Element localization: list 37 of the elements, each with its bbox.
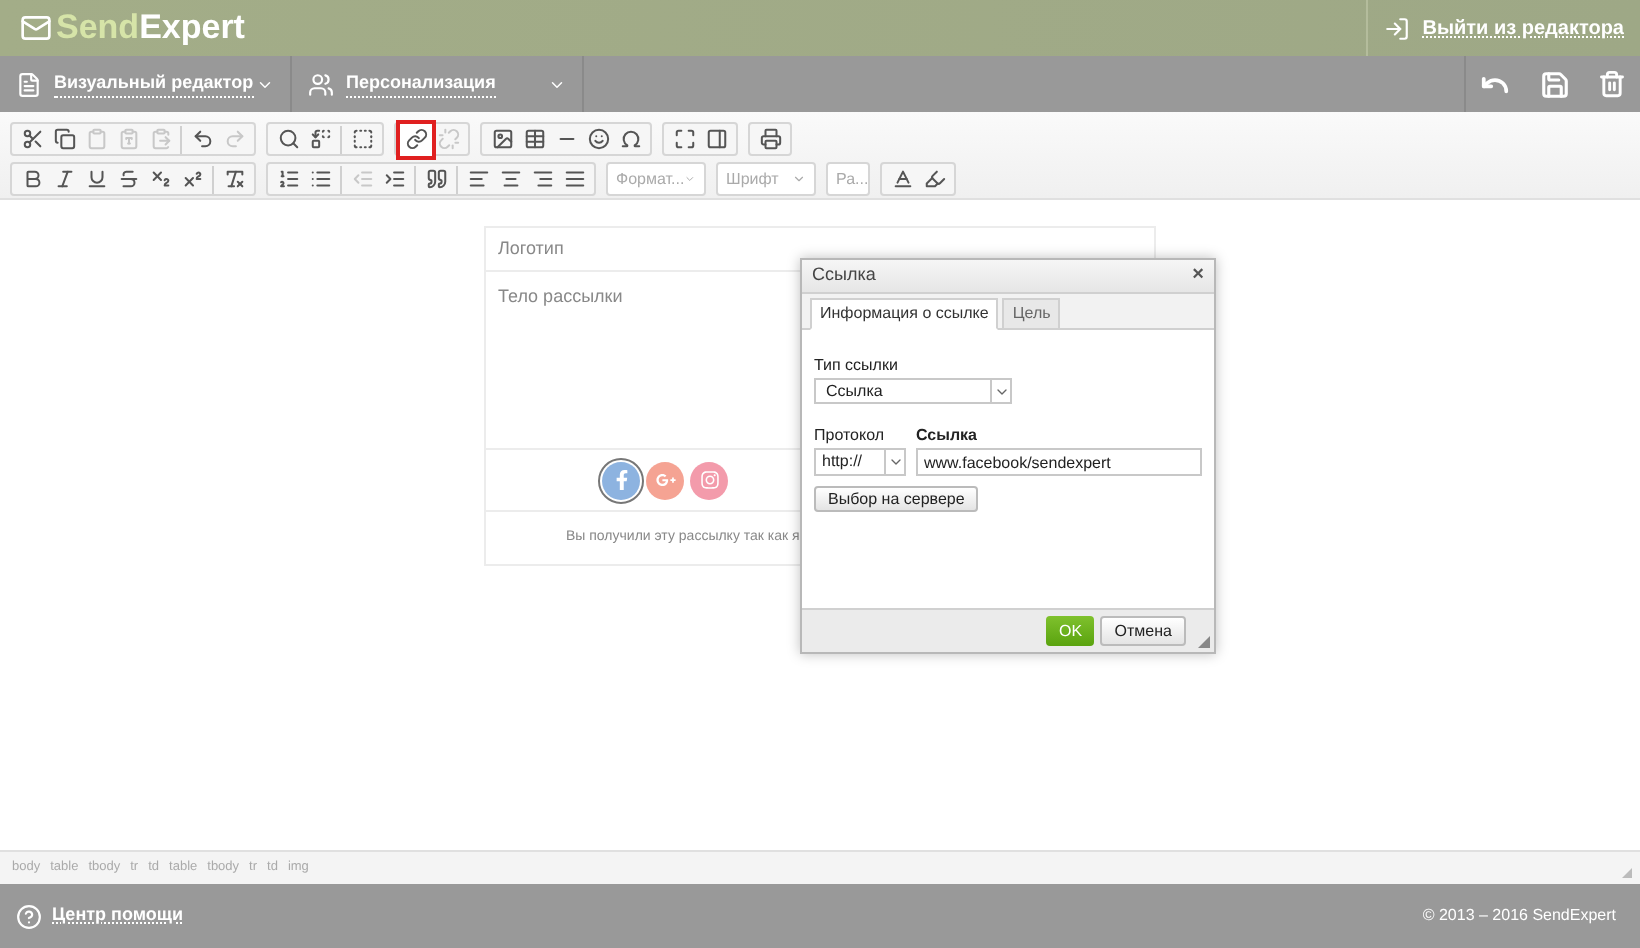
- logo-block-text: Логотип: [498, 235, 564, 262]
- logo: SendExpert: [20, 2, 245, 54]
- url-field[interactable]: www.facebook/sendexpert: [916, 448, 1202, 476]
- link-icon[interactable]: [400, 123, 432, 155]
- dialog-tab[interactable]: Цель: [1002, 298, 1061, 330]
- toolbar-dropdown[interactable]: Ра...: [826, 162, 870, 196]
- help-icon: [16, 903, 42, 929]
- exit-icon: [1384, 15, 1411, 41]
- facebook-icon[interactable]: [602, 461, 640, 499]
- menu-dropdown[interactable]: Персонализация: [346, 69, 566, 99]
- copyright-text: © 2013 – 2016 SendExpert: [1422, 904, 1616, 928]
- people-icon: [308, 71, 334, 97]
- help-center-link[interactable]: Центр помощи: [52, 902, 184, 930]
- trash-icon: [1598, 70, 1626, 98]
- menu-dropdown[interactable]: Визуальный редактор: [54, 69, 274, 99]
- caret-icon: [684, 172, 696, 186]
- caret-icon: [792, 172, 806, 186]
- caret-icon: [887, 454, 903, 470]
- dialog-tab[interactable]: Информация о ссылке: [810, 298, 999, 330]
- resize-grip-icon[interactable]: [1622, 868, 1632, 878]
- protocol-select[interactable]: http://: [814, 448, 906, 476]
- link-type-select[interactable]: Ссылка: [814, 378, 1012, 404]
- document-icon: [16, 71, 42, 97]
- protocol-label: Протокол: [814, 424, 887, 448]
- resize-grip-icon[interactable]: [1198, 636, 1210, 648]
- cancel-button[interactable]: Отмена: [1100, 616, 1186, 646]
- url-label: Ссылка: [916, 424, 979, 448]
- save-icon: [1539, 69, 1569, 99]
- ok-button[interactable]: OK: [1046, 616, 1095, 646]
- dialog-title: Ссылка: [812, 262, 876, 289]
- toolbar-dropdown[interactable]: Шрифт: [716, 162, 816, 196]
- close-button[interactable]: ×: [1192, 266, 1204, 286]
- link-type-label: Тип ссылки: [814, 354, 900, 378]
- exit-editor-link[interactable]: Выйти из редактора: [1422, 13, 1624, 43]
- body-block-text: Тело рассылки: [498, 284, 623, 310]
- toolbar-dropdown[interactable]: Формат...: [606, 162, 706, 196]
- browse-server-button[interactable]: Выбор на сервере: [814, 486, 979, 512]
